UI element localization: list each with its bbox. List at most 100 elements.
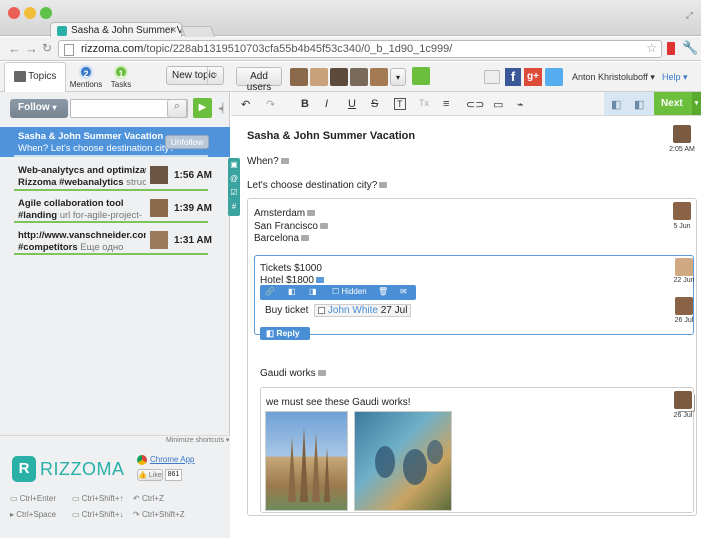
sagrada-familia-image[interactable] bbox=[265, 411, 348, 511]
image-icon[interactable]: ▭ bbox=[493, 98, 503, 111]
casa-batllo-image[interactable] bbox=[354, 411, 452, 511]
avatar[interactable] bbox=[290, 68, 308, 86]
shortcut-keys: Ctrl+Shift+↓ bbox=[81, 510, 124, 519]
italic-icon[interactable]: I bbox=[325, 98, 328, 110]
help-menu[interactable]: Help ▾ bbox=[662, 72, 688, 83]
comment-icon[interactable]: ◧ bbox=[288, 287, 296, 296]
comment-icon[interactable] bbox=[379, 182, 388, 189]
link-icon[interactable] bbox=[484, 70, 500, 84]
reload-icon[interactable]: ↻ bbox=[42, 41, 52, 55]
reply-button[interactable]: ◧ Reply bbox=[260, 327, 310, 340]
wrench-icon[interactable]: 🔧 bbox=[682, 40, 698, 56]
participants-dropdown-icon[interactable]: ▾ bbox=[390, 68, 406, 86]
message-icon[interactable]: ▣ bbox=[228, 158, 240, 172]
task-checkbox[interactable] bbox=[318, 306, 326, 314]
topic-subtitle: #landing url for-agile-project- bbox=[18, 210, 146, 221]
list-item[interactable]: Web-analytycs and optimization Rizzoma #… bbox=[0, 160, 230, 192]
comment-icon[interactable]: ◧ bbox=[634, 98, 644, 111]
minimize-window-icon[interactable] bbox=[24, 7, 36, 19]
hidden-toggle[interactable]: ☐ Hidden bbox=[332, 287, 367, 296]
bookmark-star-icon[interactable]: ☆ bbox=[646, 41, 657, 55]
text-style-icon[interactable]: T bbox=[394, 98, 406, 110]
tasks-badge: 1 bbox=[114, 65, 128, 79]
bullet-list-icon[interactable]: ≡ bbox=[443, 98, 449, 110]
avatar[interactable] bbox=[330, 68, 348, 86]
avatar[interactable] bbox=[370, 68, 388, 86]
comment-icon[interactable] bbox=[301, 235, 310, 242]
facebook-icon[interactable]: f bbox=[505, 68, 521, 86]
follow-filter-dropdown[interactable]: Follow ▾ bbox=[10, 99, 68, 118]
task-assignment[interactable]: John White 27 Jul bbox=[314, 304, 412, 317]
blip-date: 5 Jun bbox=[673, 223, 691, 230]
address-bar[interactable]: rizzoma.com/topic/228ab1319510703cfa55b4… bbox=[58, 40, 662, 58]
tab-mentions-label: Mentions bbox=[69, 80, 103, 89]
comment-icon[interactable] bbox=[319, 223, 328, 230]
zoom-window-icon[interactable] bbox=[40, 7, 52, 19]
new-topic-button[interactable]: New topic ⌕ bbox=[166, 66, 224, 85]
chevron-down-icon[interactable]: ▾ bbox=[692, 92, 701, 115]
underline-icon[interactable]: U bbox=[348, 98, 356, 110]
copy-icon[interactable]: ◨ bbox=[309, 287, 317, 296]
topics-icon bbox=[13, 71, 26, 83]
topic-subtitle-text: #landing bbox=[18, 210, 58, 221]
chrome-app-link[interactable]: Chrome App bbox=[150, 455, 194, 464]
clear-format-icon[interactable]: Tx bbox=[419, 98, 429, 108]
collapse-panel-icon[interactable]: ◂▏ bbox=[218, 103, 229, 114]
tab-mentions[interactable]: 2 Mentions bbox=[68, 62, 104, 92]
like-button[interactable]: 👍 Like bbox=[137, 469, 163, 481]
forward-icon[interactable]: → bbox=[25, 41, 38, 56]
chat-icon[interactable] bbox=[412, 67, 430, 85]
redo-icon[interactable]: ↷ bbox=[266, 98, 275, 111]
avatar[interactable] bbox=[310, 68, 328, 86]
shortcut-keys: Ctrl+Shift+Z bbox=[141, 510, 185, 519]
task-assignee[interactable]: John White bbox=[328, 305, 378, 316]
next-button[interactable]: Next ▾ bbox=[654, 92, 701, 115]
shortcut-item: ▭ Ctrl+Shift+↑ bbox=[72, 494, 124, 503]
avatar bbox=[150, 199, 168, 217]
hashtag-icon[interactable]: # bbox=[228, 200, 240, 214]
tab-tasks[interactable]: 1 Tasks bbox=[104, 62, 138, 92]
tab-topics[interactable]: Topics bbox=[4, 62, 66, 92]
list-item[interactable]: Sasha & John Summer Vacation When? Let's… bbox=[0, 127, 230, 157]
mention-icon[interactable]: @ bbox=[228, 172, 240, 186]
comment-icon[interactable] bbox=[315, 277, 324, 284]
task-check-icon[interactable]: ☑ bbox=[228, 186, 240, 200]
search-topics-icon[interactable]: ⌕ bbox=[207, 67, 223, 84]
twitter-icon[interactable] bbox=[545, 68, 563, 86]
avatar bbox=[673, 125, 691, 143]
topic-line: Let's choose destination city? bbox=[247, 180, 388, 191]
strikethrough-icon[interactable]: S bbox=[371, 98, 378, 110]
browser-tab[interactable]: Sasha & John Summer Vacati ✕ bbox=[50, 22, 182, 38]
extension-icon[interactable] bbox=[667, 42, 675, 55]
tab-tasks-label: Tasks bbox=[110, 80, 132, 89]
link-icon[interactable]: 🔗 bbox=[265, 287, 275, 296]
hidden-label: Hidden bbox=[341, 287, 367, 296]
topic-subtitle: #competitors Еще одно bbox=[18, 242, 146, 253]
delete-icon[interactable]: 🗑 bbox=[378, 287, 388, 296]
user-menu[interactable]: Anton Khristoluboff ▾ bbox=[572, 72, 655, 83]
comment-icon[interactable] bbox=[280, 158, 289, 165]
minimize-shortcuts-link[interactable]: Minimize shortcuts ▾ bbox=[166, 436, 229, 444]
add-users-button[interactable]: Add users bbox=[236, 67, 282, 93]
comment-icon[interactable] bbox=[317, 370, 326, 377]
blip-date: 2:05 AM bbox=[669, 146, 695, 153]
back-icon[interactable]: ← bbox=[8, 41, 21, 56]
unfollow-button[interactable]: Unfollow bbox=[165, 135, 209, 149]
link-icon[interactable]: ⊂⊃ bbox=[466, 98, 484, 111]
undo-icon[interactable]: ↶ bbox=[241, 98, 250, 111]
bold-icon[interactable]: B bbox=[301, 98, 309, 110]
shortcut-keys: Ctrl+Z bbox=[141, 494, 164, 503]
close-window-icon[interactable] bbox=[8, 7, 20, 19]
comment-icon[interactable]: ◧ bbox=[611, 98, 621, 111]
new-tab-button[interactable] bbox=[180, 26, 216, 37]
close-tab-icon[interactable]: ✕ bbox=[169, 25, 177, 36]
avatar[interactable] bbox=[350, 68, 368, 86]
search-icon[interactable]: ⌕ bbox=[167, 99, 187, 118]
avatar bbox=[150, 231, 168, 249]
attachment-icon[interactable]: ⌁ bbox=[517, 98, 524, 111]
fullscreen-icon[interactable]: ⤢ bbox=[686, 10, 693, 21]
comment-icon[interactable] bbox=[307, 210, 316, 217]
mail-icon[interactable]: ✉ bbox=[400, 287, 407, 296]
google-plus-icon[interactable]: g+ bbox=[524, 68, 542, 86]
play-icon[interactable]: ▶ bbox=[193, 98, 212, 118]
